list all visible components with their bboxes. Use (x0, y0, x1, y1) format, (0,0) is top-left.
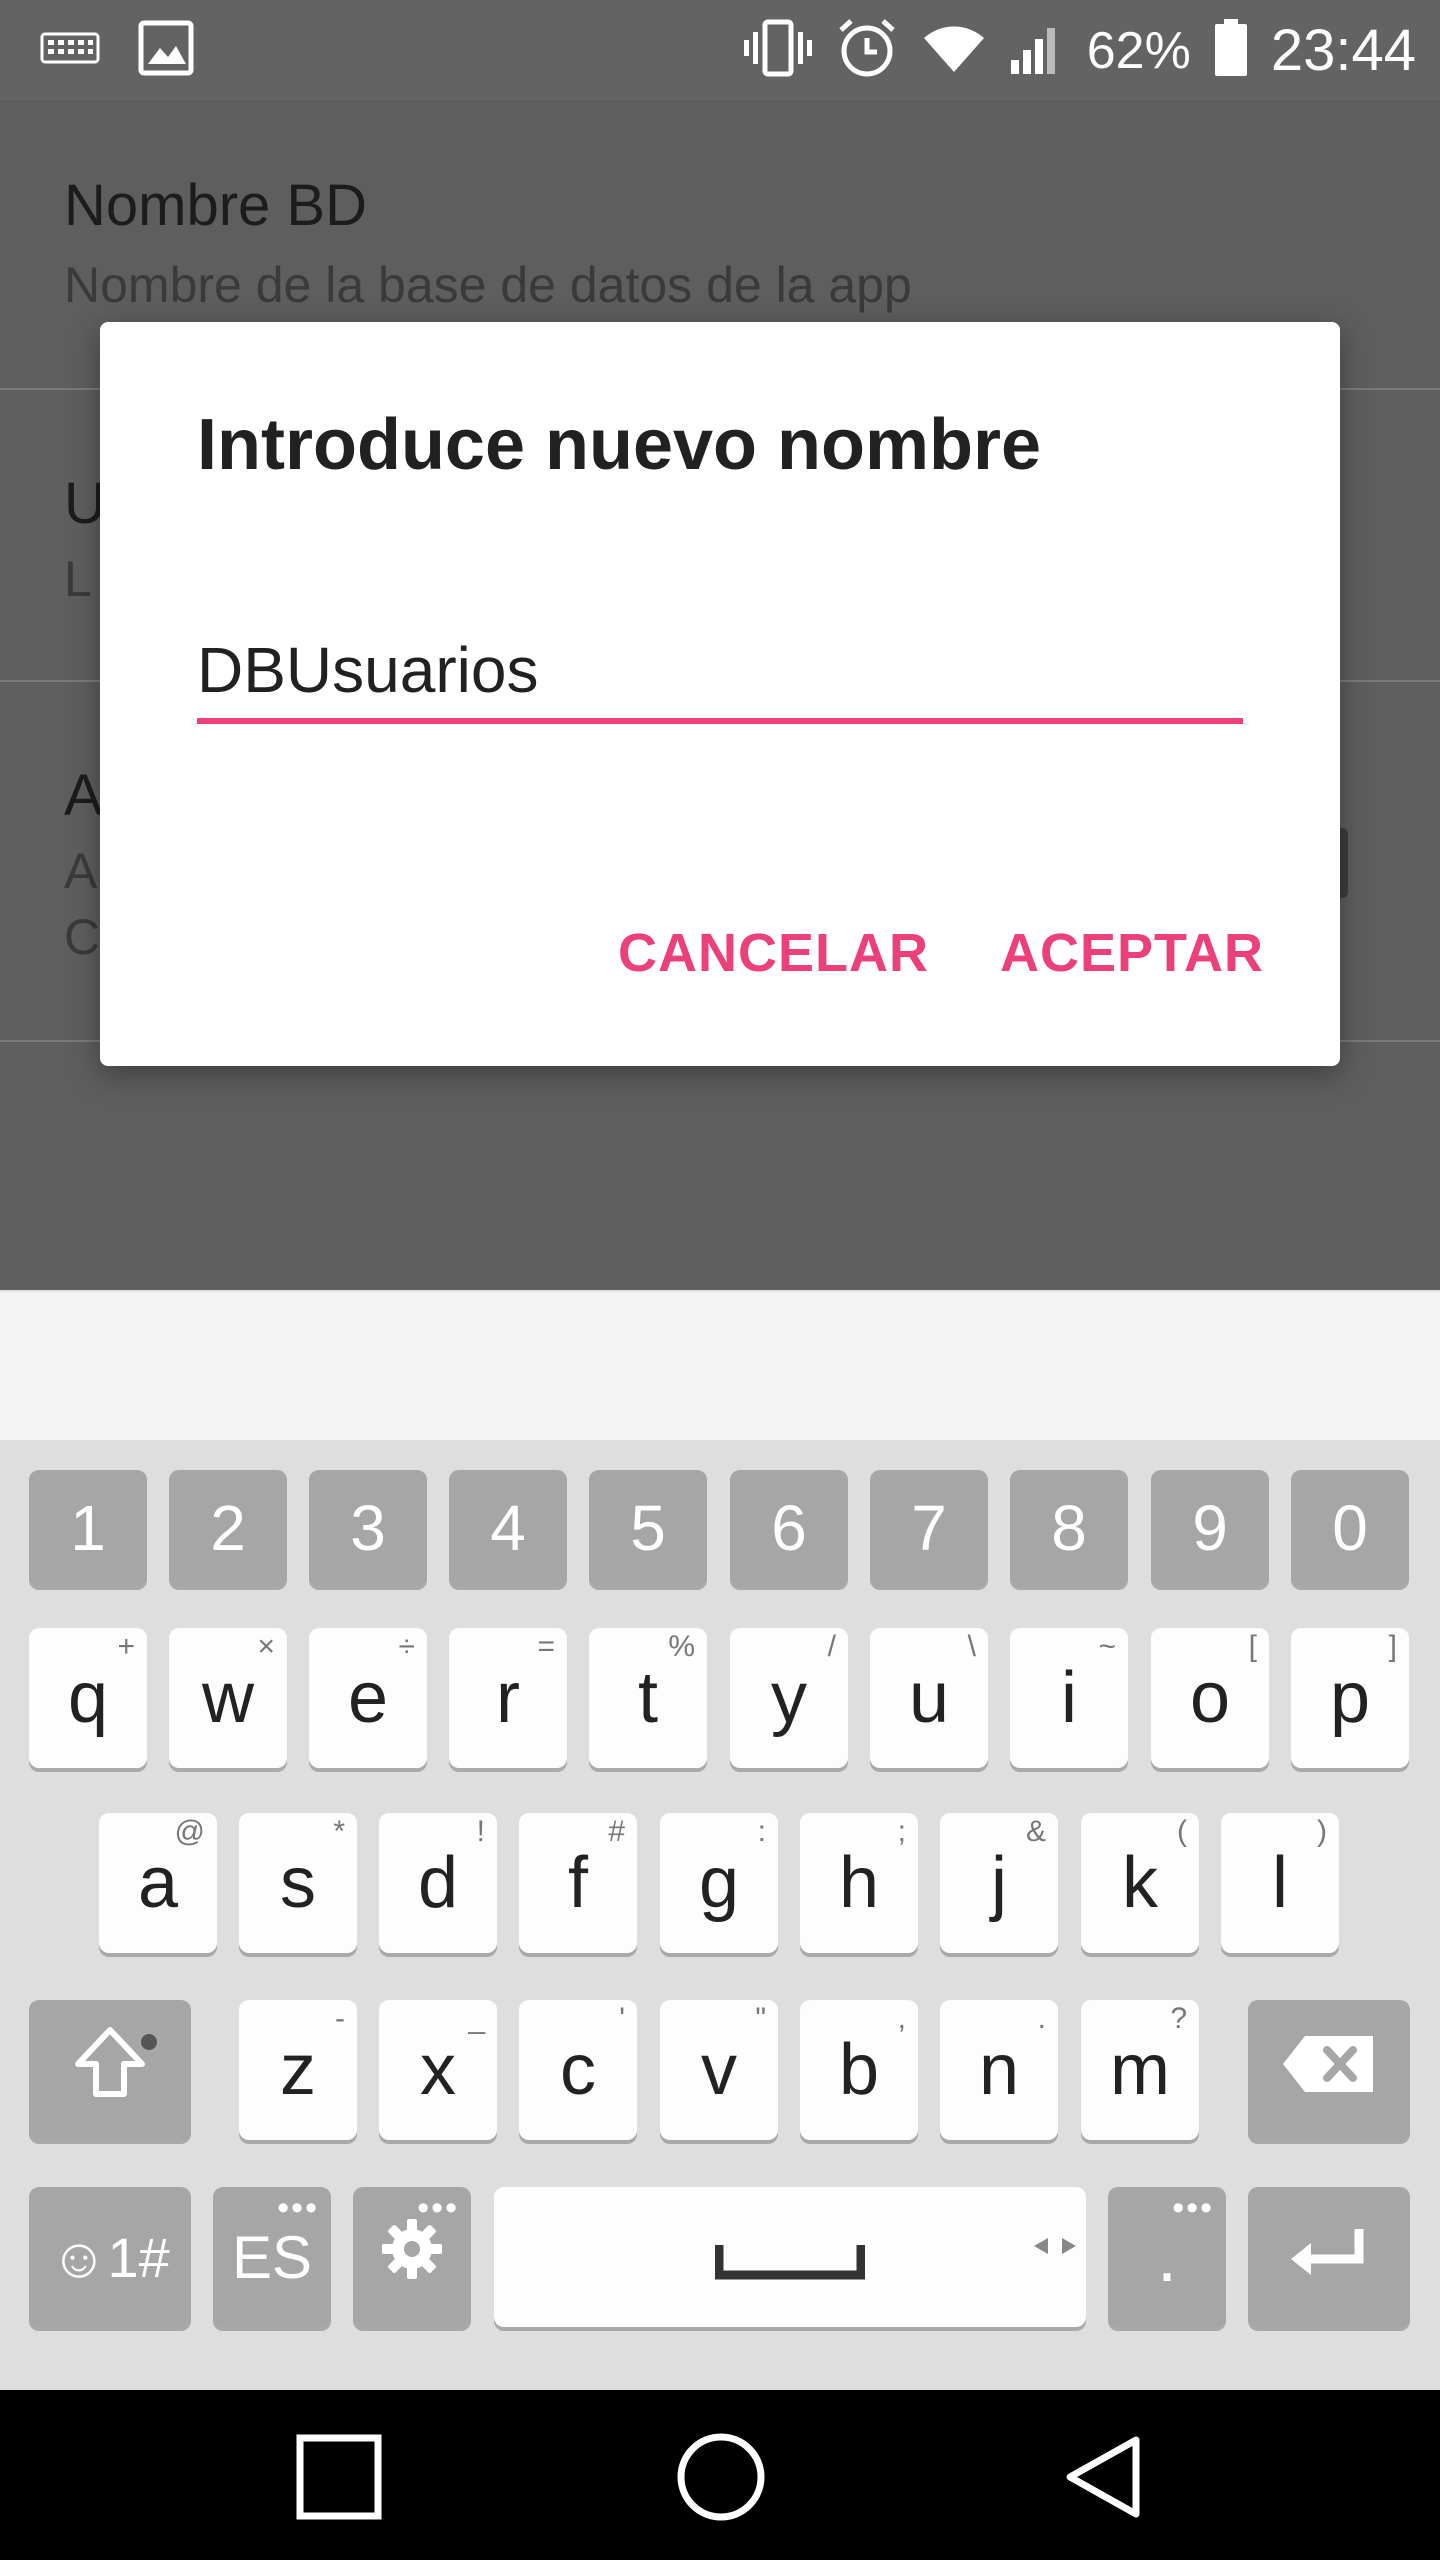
key-u[interactable]: u \ (870, 1628, 988, 1768)
period-key[interactable]: . ••• (1108, 2187, 1226, 2327)
battery-icon (1213, 18, 1249, 83)
vibrate-icon (743, 18, 813, 83)
nav-bar (0, 2390, 1440, 2560)
key-q[interactable]: q + (29, 1628, 147, 1768)
pref-summary: A (64, 843, 98, 899)
dialog-title: Introduce nuevo nombre (197, 405, 1042, 485)
key-e[interactable]: e ÷ (309, 1628, 427, 1768)
language-key[interactable]: ES ••• (213, 2187, 331, 2327)
back-icon[interactable] (1062, 2434, 1142, 2525)
key-c[interactable]: c ' (519, 2000, 637, 2140)
key-v[interactable]: v " (660, 2000, 778, 2140)
db-name-input[interactable] (197, 622, 1243, 724)
pref-title: A (64, 763, 103, 828)
space-icon (714, 2216, 866, 2298)
image-icon (138, 20, 194, 81)
key-o[interactable]: o[ (1151, 1628, 1269, 1768)
key-s[interactable]: s * (239, 1813, 357, 1953)
key-d[interactable]: d! (379, 1813, 497, 1953)
battery-percent: 62% (1086, 21, 1191, 80)
key-f[interactable]: f # (519, 1813, 637, 1953)
home-icon[interactable] (676, 2432, 766, 2527)
pref-summary-line2: C (64, 909, 101, 965)
key-n[interactable]: n. (940, 2000, 1058, 2140)
recents-icon[interactable] (296, 2434, 382, 2525)
cancel-button[interactable]: CANCELAR (618, 922, 929, 984)
enter-icon (1289, 2216, 1369, 2298)
shift-key[interactable] (29, 2000, 191, 2140)
key-4[interactable]: 4 (449, 1470, 567, 1586)
key-7[interactable]: 7 (870, 1470, 988, 1586)
pref-title: Nombre BD (64, 173, 367, 238)
backspace-icon (1281, 2029, 1377, 2111)
key-b[interactable]: b, (800, 2000, 918, 2140)
key-j[interactable]: j & (940, 1813, 1058, 1953)
key-g[interactable]: g: (660, 1813, 778, 1953)
key-k[interactable]: k( (1081, 1813, 1199, 1953)
key-8[interactable]: 8 (1010, 1470, 1128, 1586)
rename-dialog: Introduce nuevo nombre CANCELAR ACEPTAR (100, 322, 1340, 1066)
key-x[interactable]: x _ (379, 2000, 497, 2140)
key-1[interactable]: 1 (29, 1470, 147, 1586)
symbols-key[interactable]: ☺1# (29, 2187, 191, 2327)
key-0[interactable]: 0 (1291, 1470, 1409, 1586)
key-z[interactable]: z- (239, 2000, 357, 2140)
accept-button[interactable]: ACEPTAR (1000, 922, 1264, 984)
key-a[interactable]: a @ (99, 1813, 217, 1953)
status-bar: 62% 23:44 (0, 0, 1440, 100)
key-5[interactable]: 5 (589, 1470, 707, 1586)
cursor-arrows-icon (1032, 2193, 1078, 2275)
clock: 23:44 (1270, 18, 1416, 83)
pref-summary: Nombre de la base de datos de la app (64, 257, 912, 313)
key-i[interactable]: i ~ (1010, 1628, 1128, 1768)
key-t[interactable]: t% (589, 1628, 707, 1768)
key-m[interactable]: m? (1081, 2000, 1199, 2140)
key-y[interactable]: y / (730, 1628, 848, 1768)
suggestion-strip (0, 1290, 1440, 1442)
signal-icon (1009, 20, 1065, 81)
key-w[interactable]: w × (169, 1628, 287, 1768)
key-6[interactable]: 6 (730, 1470, 848, 1586)
key-l[interactable]: l) (1221, 1813, 1339, 1953)
shift-icon (72, 2024, 148, 2117)
keyboard-icon (40, 30, 100, 71)
space-key[interactable] (494, 2187, 1086, 2327)
pref-summary: L (64, 551, 92, 607)
alarm-icon (835, 16, 899, 85)
key-h[interactable]: h; (800, 1813, 918, 1953)
backspace-key[interactable] (1248, 2000, 1410, 2140)
key-3[interactable]: 3 (309, 1470, 427, 1586)
gear-icon (380, 2216, 444, 2298)
key-2[interactable]: 2 (169, 1470, 287, 1586)
key-9[interactable]: 9 (1151, 1470, 1269, 1586)
settings-key[interactable]: ••• (353, 2187, 471, 2327)
key-r[interactable]: r = (449, 1628, 567, 1768)
wifi-icon (921, 22, 987, 79)
enter-key[interactable] (1248, 2187, 1410, 2327)
keyboard: 1 2 3 4 5 6 7 8 9 0 q + w × e ÷ r = t% y / u \… (0, 1440, 1440, 2390)
key-p[interactable]: p] (1291, 1628, 1409, 1768)
shift-indicator-dot (141, 2034, 157, 2050)
